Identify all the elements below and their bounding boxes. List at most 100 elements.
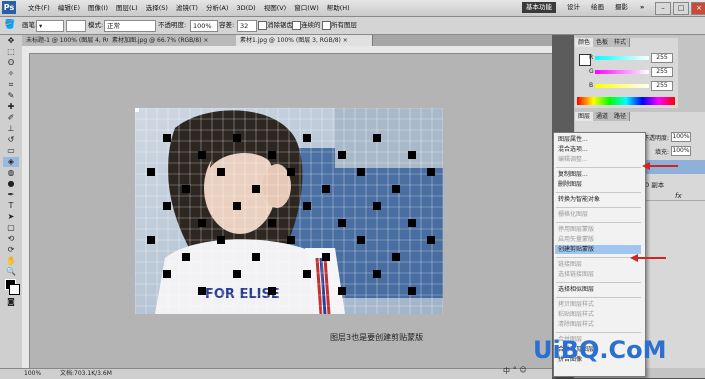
stamp-tool-icon[interactable]: ⊥ bbox=[3, 124, 19, 134]
tab-channels[interactable]: 通道 bbox=[593, 112, 613, 121]
brush-tool-icon[interactable]: ✐ bbox=[3, 113, 19, 123]
paint-bucket-icon: 🪣 bbox=[4, 20, 16, 30]
context-menu-item[interactable]: 复制图层... bbox=[558, 170, 588, 179]
menu-separator bbox=[556, 207, 641, 208]
menu-item-8[interactable]: 视图(V) bbox=[260, 0, 291, 16]
contiguous-checkbox[interactable] bbox=[292, 21, 301, 30]
tab-styles[interactable]: 样式 bbox=[611, 38, 631, 47]
workspace-more-button[interactable]: » bbox=[636, 2, 648, 13]
workspace-design-button[interactable]: 设计 bbox=[563, 2, 584, 13]
brush-label: 画笔: bbox=[22, 21, 38, 29]
eyedropper-tool-icon[interactable]: ✎ bbox=[3, 91, 19, 101]
options-bar: 🪣 画笔: ▾ 模式: 正常 不透明度: 100% 容差: 32 消除锯齿 连续… bbox=[0, 17, 705, 35]
context-menu-item[interactable]: 混合选项... bbox=[558, 145, 588, 154]
context-menu-item: 启用矢量蒙版 bbox=[558, 236, 595, 243]
menu-item-4[interactable]: 选择(S) bbox=[142, 0, 172, 16]
minimize-icon[interactable]: – bbox=[655, 2, 671, 15]
zoom-tool-icon[interactable]: 🔍 bbox=[3, 267, 19, 277]
menu-item-1[interactable]: 编辑(E) bbox=[54, 0, 84, 16]
b-value[interactable]: 255 bbox=[651, 81, 673, 91]
photo-grid-composite: FOR ELISE bbox=[135, 108, 443, 314]
quick-mask-icon[interactable]: ◙ bbox=[3, 297, 19, 307]
mode-select[interactable]: 正常 bbox=[104, 20, 156, 32]
hand-tool-icon[interactable]: ✋ bbox=[3, 256, 19, 266]
r-slider[interactable] bbox=[595, 56, 649, 60]
blur-tool-icon[interactable]: ◍ bbox=[3, 168, 19, 178]
menu-item-6[interactable]: 分析(A) bbox=[202, 0, 233, 16]
context-menu-item: 停用图层蒙版 bbox=[558, 226, 595, 233]
context-menu-item[interactable]: 删除图层 bbox=[558, 180, 582, 189]
tab-color[interactable]: 颜色 bbox=[575, 38, 595, 47]
menu-separator bbox=[556, 332, 641, 333]
magic-wand-tool-icon[interactable]: ✧ bbox=[3, 69, 19, 79]
layer-fill-input[interactable]: 100% bbox=[671, 146, 691, 156]
tab-paths[interactable]: 路径 bbox=[611, 112, 631, 121]
type-tool-icon[interactable]: T bbox=[3, 201, 19, 211]
g-value[interactable]: 255 bbox=[651, 67, 673, 77]
menu-item-7[interactable]: 3D(D) bbox=[232, 0, 259, 16]
context-menu-item: 链接图层 bbox=[558, 261, 583, 268]
menu-item-9[interactable]: 窗口(W) bbox=[290, 0, 323, 16]
swatch-dropdown[interactable] bbox=[66, 20, 86, 32]
lasso-tool-icon[interactable]: ʘ bbox=[3, 58, 19, 68]
menu-separator bbox=[556, 297, 641, 298]
brush-dropdown[interactable]: ▾ bbox=[36, 20, 64, 32]
shape-tool-icon[interactable]: ▢ bbox=[3, 223, 19, 233]
tolerance-label: 容差: bbox=[219, 21, 235, 29]
history-brush-tool-icon[interactable]: ↺ bbox=[3, 135, 19, 145]
context-menu-item: 粘贴图层样式 bbox=[558, 311, 595, 318]
vertical-ruler bbox=[22, 53, 30, 368]
document-image[interactable]: FOR ELISE bbox=[135, 108, 443, 314]
all-layers-checkbox[interactable] bbox=[322, 21, 331, 30]
healing-tool-icon[interactable]: ✚ bbox=[3, 102, 19, 112]
tab-layers[interactable]: 图层 bbox=[575, 112, 595, 121]
ime-punct[interactable]: ° bbox=[513, 366, 517, 376]
workspace-basic-button[interactable]: 基本功能 bbox=[522, 2, 556, 13]
color-panel: 颜色 色板 样式 R 255 G 255 B 255 bbox=[575, 38, 678, 108]
tab-material-jpg[interactable]: 素材加图.jpg @ 66.7% (RGB/8) × bbox=[108, 35, 237, 46]
dodge-tool-icon[interactable]: ● bbox=[3, 179, 19, 189]
g-slider[interactable] bbox=[595, 70, 649, 74]
b-slider[interactable] bbox=[595, 84, 649, 88]
r-value[interactable]: 255 bbox=[651, 53, 673, 63]
antialias-label: 消除锯齿 bbox=[267, 21, 293, 29]
move-tool-icon[interactable]: ✥ bbox=[3, 36, 19, 46]
workspace-photo-button[interactable]: 摄影 bbox=[611, 2, 632, 13]
layer-copy-label: 0 副本 bbox=[645, 181, 665, 189]
pen-tool-icon[interactable]: ✒ bbox=[3, 190, 19, 200]
close-icon[interactable]: × bbox=[691, 2, 705, 15]
menu-item-2[interactable]: 图像(I) bbox=[84, 0, 112, 16]
eraser-tool-icon[interactable]: ▭ bbox=[3, 146, 19, 156]
antialias-checkbox[interactable] bbox=[258, 21, 267, 30]
ime-lang[interactable]: 中 bbox=[503, 366, 510, 376]
tab-untitled[interactable]: 未标题-1 @ 100% (图层 4, RGB/8) × bbox=[22, 35, 131, 46]
3d-camera-tool-icon[interactable]: ⟳ bbox=[3, 245, 19, 255]
context-menu-item: 编辑调整... bbox=[558, 156, 588, 163]
menu-item-0[interactable]: 文件(F) bbox=[24, 0, 54, 16]
opacity-input[interactable]: 100% bbox=[190, 20, 218, 32]
maximize-icon[interactable]: □ bbox=[673, 2, 689, 15]
menu-separator bbox=[556, 282, 641, 283]
context-menu-item[interactable]: 选择相似图层 bbox=[558, 285, 594, 294]
crop-tool-icon[interactable]: ⌗ bbox=[3, 80, 19, 90]
layer-opacity-input[interactable]: 100% bbox=[671, 132, 691, 142]
tolerance-input[interactable]: 32 bbox=[237, 20, 257, 32]
red-arrow-menu-icon bbox=[630, 254, 666, 262]
menu-item-10[interactable]: 帮助(H) bbox=[323, 0, 354, 16]
paint-bucket-tool-icon[interactable]: ◈ bbox=[3, 157, 19, 167]
menu-item-5[interactable]: 滤镜(T) bbox=[172, 0, 202, 16]
workspace-paint-button[interactable]: 绘画 bbox=[587, 2, 608, 13]
color-spectrum-ramp[interactable] bbox=[577, 97, 675, 105]
color-swatches-icon[interactable] bbox=[3, 278, 20, 296]
3d-tool-icon[interactable]: ⟲ bbox=[3, 234, 19, 244]
fx-icon[interactable]: fx bbox=[675, 192, 682, 200]
marquee-tool-icon[interactable]: ⬚ bbox=[3, 47, 19, 57]
context-menu-item: 栅格化图层 bbox=[558, 211, 589, 218]
context-menu-item[interactable]: 转换为智能对象 bbox=[558, 195, 600, 204]
ime-emoji-icon[interactable]: ☺ bbox=[520, 366, 527, 376]
context-menu-item[interactable]: 图层属性... bbox=[558, 135, 588, 144]
tab-material1-jpg[interactable]: 素材1.jpg @ 100% (图层 3, RGB/8) × bbox=[236, 35, 373, 46]
menu-item-3[interactable]: 图层(L) bbox=[112, 0, 142, 16]
path-selection-tool-icon[interactable]: ➤ bbox=[3, 212, 19, 222]
tab-swatches[interactable]: 色板 bbox=[593, 38, 613, 47]
